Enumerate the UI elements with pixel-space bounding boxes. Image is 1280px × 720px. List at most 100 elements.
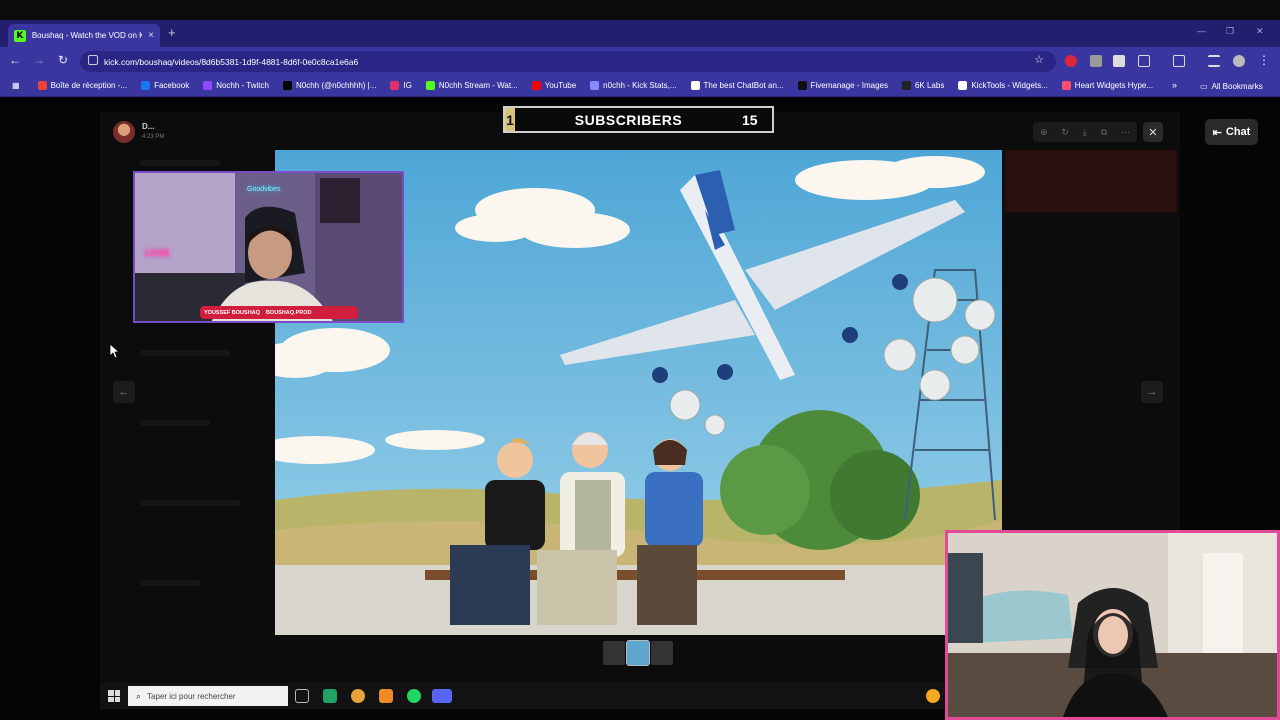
chrome-icon[interactable] [351, 689, 365, 703]
bookmark-label: N0chh Stream - Wat... [438, 81, 518, 90]
bookmark-favicon-icon [141, 81, 151, 90]
puzzle-extensions-icon[interactable] [1138, 55, 1150, 67]
thumbnail[interactable] [651, 641, 673, 665]
tab-strip [0, 20, 1280, 47]
bookmark-favicon-icon [390, 81, 400, 90]
chat-toggle-button[interactable]: ⇤ Chat [1205, 119, 1258, 145]
bookmark-item[interactable]: Heart Widgets Hype... [1061, 81, 1154, 90]
folder-icon: ▭ [1200, 82, 1208, 91]
back-arrow-icon[interactable]: ← [7, 53, 23, 67]
bookmark-item[interactable]: The best ChatBot an... [690, 81, 784, 90]
extension-icon[interactable] [1090, 55, 1102, 67]
bookmarks-overflow-icon[interactable]: » [1172, 80, 1177, 90]
taskbar-search-placeholder: Taper ici pour rechercher [147, 691, 236, 701]
bookmark-item[interactable]: 6K Labs [901, 81, 944, 90]
app-icon[interactable] [323, 689, 337, 703]
search-icon: ⌕ [136, 690, 142, 701]
forward-arrow-icon[interactable]: → [31, 53, 47, 67]
kick-favicon-icon: K [14, 29, 26, 42]
bookmark-label: Nochh - Twitch [216, 81, 269, 90]
ghost-row [140, 420, 210, 426]
tray-icon[interactable] [926, 689, 940, 703]
bookmark-item[interactable]: n0chh - Kick Stats,... [590, 81, 677, 90]
bookmark-favicon-icon [425, 81, 435, 90]
discord-icon[interactable] [432, 689, 452, 703]
window-close-icon[interactable]: ✕ [1256, 26, 1264, 37]
minimize-icon[interactable]: — [1197, 26, 1206, 36]
all-bookmarks-button[interactable]: ▭ All Bookmarks [1200, 82, 1263, 91]
download-icon[interactable]: ⤓ [1083, 127, 1087, 138]
bookmark-item[interactable]: Facebook [141, 81, 189, 90]
bookmark-item[interactable]: KickTools - Widgets... [958, 81, 1048, 90]
ghost-row [140, 580, 200, 586]
ghost-row [140, 350, 230, 356]
bookmark-item[interactable]: IG [390, 81, 412, 90]
thumbnail[interactable] [603, 641, 625, 665]
bookmark-star-icon[interactable]: ☆ [1031, 53, 1047, 66]
bookmark-favicon-icon [531, 81, 541, 90]
bookmark-item[interactable]: Fivemanage - Images [797, 81, 888, 90]
screen-top-strip [0, 0, 1280, 20]
bookmark-favicon-icon [282, 81, 292, 90]
subscribers-progress-fill: 1 [505, 108, 515, 131]
tab-close-icon[interactable]: × [148, 30, 154, 41]
profile-avatar[interactable] [1233, 55, 1245, 67]
neon-sign-text: Goodvibes [247, 186, 281, 193]
image-thumbnails [603, 640, 673, 666]
spotify-icon[interactable] [407, 689, 421, 703]
task-view-icon[interactable] [295, 689, 309, 703]
bookmark-favicon-icon [901, 81, 911, 90]
bookmark-label: N0chh (@n0chhhh) |... [295, 81, 377, 90]
cast-icon[interactable] [1173, 55, 1185, 67]
menu-kebab-icon[interactable]: ⋮ [1256, 53, 1272, 67]
streamer-webcam-overlay [133, 171, 404, 323]
mouse-cursor-icon [109, 343, 121, 359]
address-bar[interactable]: kick.com/boushaq/videos/8d6b5381-1d9f-48… [80, 51, 1056, 72]
bookmark-label: Heart Widgets Hype... [1074, 81, 1154, 90]
open-external-icon[interactable]: ⧉ [1101, 127, 1107, 138]
vlc-icon[interactable] [379, 689, 393, 703]
bookmark-item[interactable]: N0chh (@n0chhhh) |... [282, 81, 377, 90]
bookmark-label: n0chh - Kick Stats,... [603, 81, 677, 90]
browser-tab[interactable]: K Boushaq - Watch the VOD on K × [8, 24, 160, 47]
more-icon[interactable]: ⋯ [1121, 127, 1130, 138]
extension-icon[interactable] [1065, 55, 1077, 67]
bookmark-favicon-icon [797, 81, 807, 90]
bookmark-label: KickTools - Widgets... [971, 81, 1048, 90]
dimmed-card [1005, 150, 1177, 212]
bookmark-item[interactable]: Boîte de réception -... [37, 81, 128, 90]
bookmark-favicon-icon [37, 81, 47, 90]
avatar[interactable] [113, 121, 135, 143]
image-viewer-toolbar: ⊕ ↻ ⤓ ⧉ ⋯ [1033, 122, 1137, 142]
site-settings-icon[interactable] [88, 55, 98, 65]
previous-image-button[interactable]: ← [113, 381, 135, 403]
apps-grid-icon[interactable]: ▦ [12, 81, 20, 90]
restore-icon[interactable]: ❐ [1226, 26, 1234, 37]
ghost-row [140, 160, 220, 166]
extension-icon[interactable] [1113, 55, 1125, 67]
webcam-feed [948, 533, 1277, 717]
thumbnail-active[interactable] [626, 640, 650, 666]
zoom-icon[interactable]: ⊕ [1040, 127, 1048, 138]
reload-icon[interactable]: ↻ [55, 53, 71, 67]
new-tab-button[interactable]: + [168, 25, 176, 40]
bookmark-label: Boîte de réception -... [50, 81, 128, 90]
bookmark-label: Facebook [154, 81, 190, 90]
viewer-close-button[interactable]: ✕ [1143, 122, 1163, 142]
bookmark-item[interactable]: N0chh Stream - Wat... [425, 81, 518, 90]
windows-start-icon[interactable] [108, 690, 120, 702]
bookmark-item[interactable]: YouTube [531, 81, 577, 90]
rotate-icon[interactable]: ↻ [1061, 127, 1069, 138]
bookmark-favicon-icon [1061, 81, 1071, 90]
taskbar-search[interactable]: ⌕ Taper ici pour rechercher [128, 686, 288, 706]
subscribers-count: 15 [742, 111, 758, 128]
post-username[interactable]: D... [142, 122, 154, 131]
bookmark-label: Fivemanage - Images [810, 81, 888, 90]
bookmark-label: YouTube [544, 81, 577, 90]
bookmarks-bar: ▦ Boîte de réception -... Facebook Nochh -… [0, 75, 1280, 97]
media-icon[interactable] [1208, 55, 1220, 67]
webcam-feed [135, 173, 402, 321]
bookmark-item[interactable]: Nochh - Twitch [203, 81, 269, 90]
next-image-button[interactable]: → [1141, 381, 1163, 403]
chat-collapse-icon: ⇤ [1212, 126, 1222, 139]
